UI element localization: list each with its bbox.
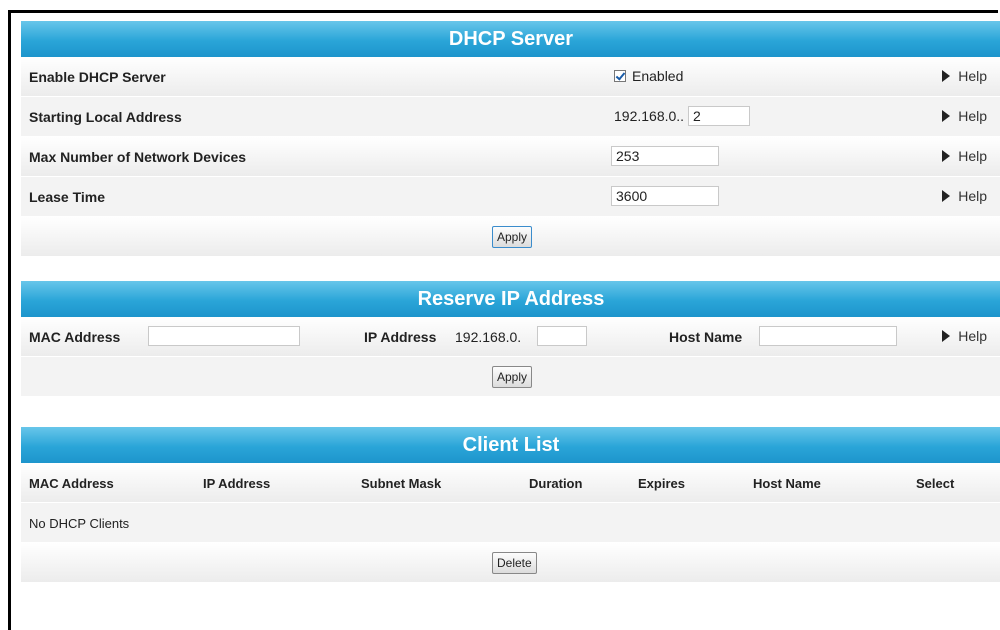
max-devices-input[interactable] bbox=[611, 146, 719, 166]
router-config-frame: DHCP Server Enable DHCP Server Enabled H… bbox=[8, 10, 1000, 630]
reserve-ip-label: IP Address bbox=[364, 329, 437, 345]
help-label: Help bbox=[958, 148, 987, 164]
reserve-apply-row: Apply bbox=[21, 357, 1000, 397]
client-empty-row: No DHCP Clients bbox=[21, 503, 1000, 543]
help-label: Help bbox=[958, 188, 987, 204]
triangle-right-icon bbox=[942, 70, 951, 82]
section-spacer bbox=[21, 257, 1000, 281]
help-label: Help bbox=[958, 328, 987, 344]
triangle-right-icon bbox=[942, 330, 951, 342]
delete-button[interactable]: Delete bbox=[492, 552, 537, 574]
starting-address-row: Starting Local Address 192.168.0.. Help bbox=[21, 97, 1000, 137]
starting-address-prefix: 192.168.0.. bbox=[614, 108, 685, 124]
help-link-enable[interactable]: Help bbox=[942, 68, 987, 84]
enable-dhcp-row: Enable DHCP Server Enabled Help bbox=[21, 57, 1000, 97]
help-link-start[interactable]: Help bbox=[942, 108, 987, 124]
column-subnet-mask: Subnet Mask bbox=[361, 476, 442, 491]
lease-time-label: Lease Time bbox=[29, 189, 106, 205]
dhcp-server-header: DHCP Server bbox=[21, 21, 1000, 57]
dhcp-apply-row: Apply bbox=[21, 217, 1000, 257]
section-spacer bbox=[21, 397, 1000, 427]
column-ip-address: IP Address bbox=[203, 476, 271, 491]
starting-address-input[interactable] bbox=[688, 106, 750, 126]
reserve-mac-input[interactable] bbox=[148, 326, 300, 346]
column-select: Select bbox=[916, 476, 955, 491]
starting-address-label: Starting Local Address bbox=[29, 109, 182, 125]
enable-dhcp-value: Enabled bbox=[632, 68, 684, 84]
reserve-host-label: Host Name bbox=[669, 329, 743, 345]
column-expires: Expires bbox=[638, 476, 685, 491]
reserve-apply-button[interactable]: Apply bbox=[492, 366, 533, 388]
triangle-right-icon bbox=[942, 150, 951, 162]
reserve-mac-label: MAC Address bbox=[29, 329, 121, 345]
reserve-host-input[interactable] bbox=[759, 326, 897, 346]
help-link-reserve[interactable]: Help bbox=[942, 328, 987, 344]
column-mac-address: MAC Address bbox=[29, 476, 114, 491]
client-delete-row: Delete bbox=[21, 543, 1000, 583]
client-table-header-row: MAC Address IP Address Subnet Mask Durat… bbox=[21, 463, 1000, 503]
help-label: Help bbox=[958, 68, 987, 84]
triangle-right-icon bbox=[942, 190, 951, 202]
dhcp-apply-button[interactable]: Apply bbox=[492, 226, 533, 248]
enable-dhcp-control[interactable]: Enabled bbox=[614, 68, 683, 84]
reserve-ip-header: Reserve IP Address bbox=[21, 281, 1000, 317]
lease-time-input[interactable] bbox=[611, 186, 719, 206]
help-link-max[interactable]: Help bbox=[942, 148, 987, 164]
column-duration: Duration bbox=[529, 476, 583, 491]
enable-dhcp-label: Enable DHCP Server bbox=[29, 69, 166, 85]
triangle-right-icon bbox=[942, 110, 951, 122]
content-area: DHCP Server Enable DHCP Server Enabled H… bbox=[21, 21, 1000, 583]
reserve-ip-prefix: 192.168.0. bbox=[455, 329, 522, 345]
max-devices-row: Max Number of Network Devices Help bbox=[21, 137, 1000, 177]
column-host-name: Host Name bbox=[753, 476, 821, 491]
enable-dhcp-checkbox[interactable] bbox=[614, 70, 626, 82]
reserve-ip-row: MAC Address IP Address 192.168.0. Host N… bbox=[21, 317, 1000, 357]
help-link-lease[interactable]: Help bbox=[942, 188, 987, 204]
max-devices-label: Max Number of Network Devices bbox=[29, 149, 247, 165]
help-label: Help bbox=[958, 108, 987, 124]
no-clients-message: No DHCP Clients bbox=[29, 516, 130, 531]
lease-time-row: Lease Time Help bbox=[21, 177, 1000, 217]
client-list-header: Client List bbox=[21, 427, 1000, 463]
reserve-ip-input[interactable] bbox=[537, 326, 587, 346]
